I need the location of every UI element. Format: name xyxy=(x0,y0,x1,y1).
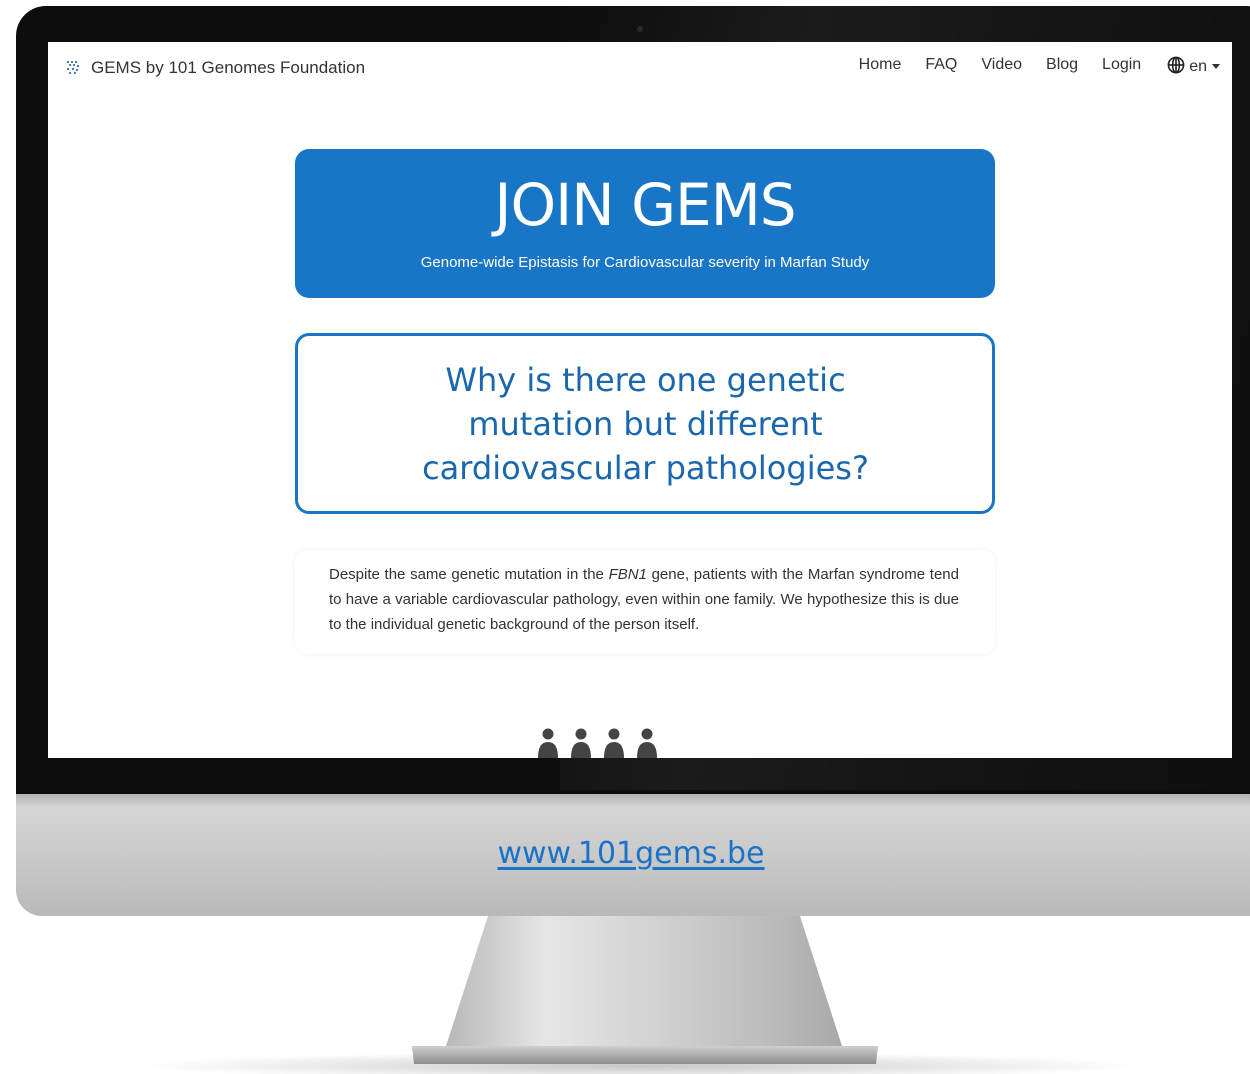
language-label: en xyxy=(1189,58,1207,75)
join-gems-banner: JOIN GEMS Genome-wide Epistasis for Card… xyxy=(295,149,995,298)
person-icon xyxy=(538,728,558,758)
browser-screen: GEMS by 101 Genomes Foundation Home FAQ … xyxy=(48,42,1232,758)
brand-link[interactable]: GEMS by 101 Genomes Foundation xyxy=(66,58,365,78)
description-text-start: Despite the same genetic mutation in the xyxy=(329,566,609,583)
nav-login-link[interactable]: Login xyxy=(1102,56,1141,74)
globe-icon xyxy=(1167,56,1185,74)
dna-logo-icon xyxy=(67,61,79,74)
camera-icon xyxy=(637,26,643,32)
person-icon xyxy=(637,728,657,758)
nav-blog-link[interactable]: Blog xyxy=(1046,56,1078,74)
website-url-link[interactable]: www.101gems.be xyxy=(0,836,1250,871)
language-selector[interactable]: en xyxy=(1167,56,1220,75)
person-icon xyxy=(571,728,591,758)
person-icon xyxy=(604,728,624,758)
top-navbar: GEMS by 101 Genomes Foundation Home FAQ … xyxy=(48,42,1232,92)
nav-menu: Home FAQ Video Blog Login en xyxy=(835,56,1220,75)
nav-home-link[interactable]: Home xyxy=(859,56,902,74)
description-text: Despite the same genetic mutation in the… xyxy=(329,562,959,637)
nav-faq-link[interactable]: FAQ xyxy=(925,56,957,74)
banner-subtitle: Genome-wide Epistasis for Cardiovascular… xyxy=(420,254,870,271)
chin-shadow xyxy=(16,794,1250,808)
question-text: Why is there one genetic mutation but di… xyxy=(422,361,869,487)
nav-video-link[interactable]: Video xyxy=(981,56,1022,74)
brand-name: GEMS by 101 Genomes Foundation xyxy=(91,58,366,77)
question-box: Why is there one genetic mutation but di… xyxy=(295,333,995,514)
description-card: Despite the same genetic mutation in the… xyxy=(295,550,995,654)
people-icons-row xyxy=(538,728,657,758)
caret-down-icon xyxy=(1212,64,1220,69)
gene-name: FBN1 xyxy=(608,566,647,583)
banner-title: JOIN GEMS xyxy=(494,171,796,239)
